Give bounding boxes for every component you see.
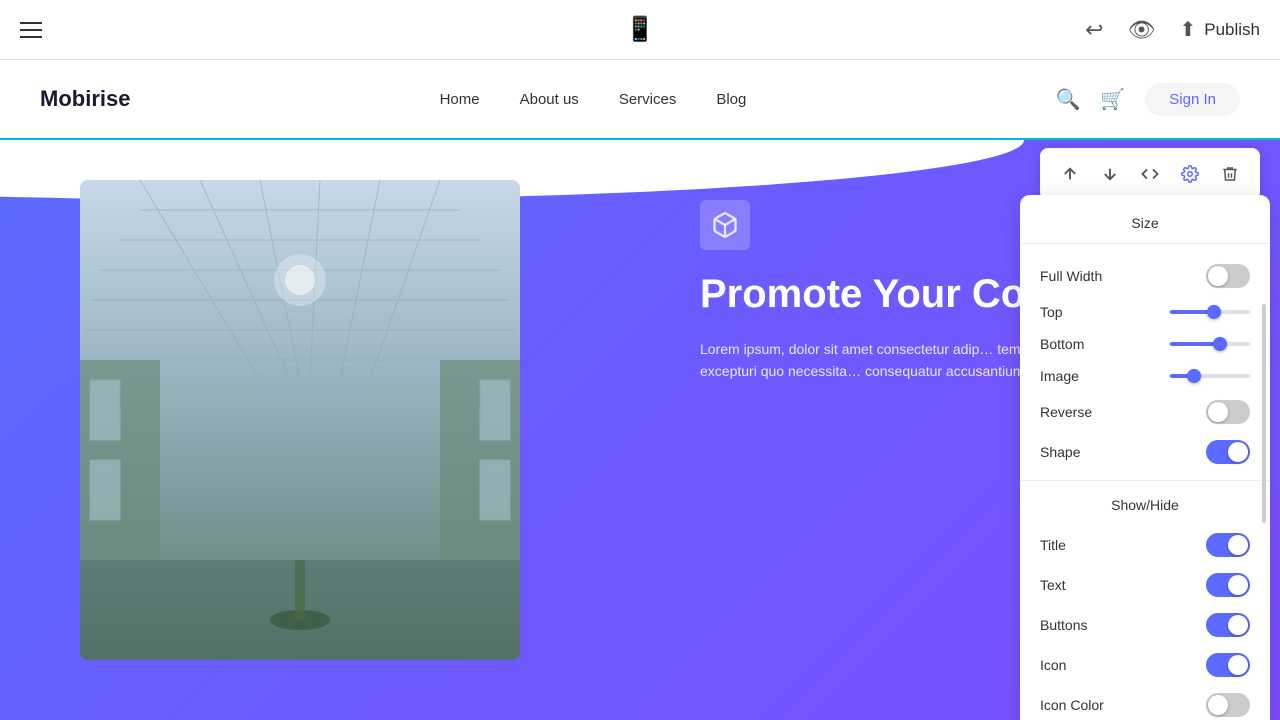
title-label: Title (1040, 537, 1066, 553)
nav-bar: Mobirise Home About us Services Blog 🔍 🛒… (0, 60, 1280, 140)
buttons-toggle[interactable] (1206, 613, 1250, 637)
show-hide-title: Show/Hide (1020, 493, 1270, 525)
full-width-label: Full Width (1040, 268, 1102, 284)
image-row: Image (1020, 360, 1270, 392)
icon-color-label: Icon Color (1040, 697, 1104, 713)
box-icon (711, 211, 739, 239)
title-row: Title (1020, 525, 1270, 565)
top-toolbar: 📱 ↩ 👁 ⬆ Publish (0, 0, 1280, 60)
reverse-toggle[interactable] (1206, 400, 1250, 424)
full-width-toggle[interactable] (1206, 264, 1250, 288)
move-down-button[interactable] (1092, 156, 1128, 192)
sign-in-button[interactable]: Sign In (1145, 83, 1240, 116)
box-icon-bg (700, 200, 750, 250)
reverse-label: Reverse (1040, 404, 1092, 420)
top-row: Top (1020, 296, 1270, 328)
top-label: Top (1040, 304, 1063, 320)
icon-label: Icon (1040, 657, 1066, 673)
code-button[interactable] (1132, 156, 1168, 192)
icon-color-toggle[interactable] (1206, 693, 1250, 717)
text-label: Text (1040, 577, 1066, 593)
panel-divider (1020, 480, 1270, 481)
nav-right: 🔍 🛒 Sign In (1055, 83, 1240, 116)
nav-about[interactable]: About us (520, 91, 579, 108)
nav-services[interactable]: Services (619, 91, 677, 108)
top-slider[interactable] (1170, 310, 1250, 314)
nav-logo: Mobirise (40, 86, 130, 112)
image-slider[interactable] (1170, 374, 1250, 378)
nav-blog[interactable]: Blog (716, 91, 746, 108)
text-toggle[interactable] (1206, 573, 1250, 597)
preview-icon[interactable]: 👁 (1128, 17, 1156, 43)
icon-toggle[interactable] (1206, 653, 1250, 677)
toolbar-right: ↩ 👁 ⬆ Publish (1085, 17, 1260, 43)
shape-label: Shape (1040, 444, 1080, 460)
hamburger-icon[interactable] (20, 22, 42, 38)
atrium-svg (80, 180, 520, 660)
section-controls (1040, 148, 1260, 200)
settings-panel: Size Full Width Top Bottom Image (1020, 195, 1270, 720)
move-up-button[interactable] (1052, 156, 1088, 192)
undo-icon[interactable]: ↩ (1085, 17, 1103, 43)
nav-links: Home About us Services Blog (440, 91, 747, 108)
hero-section: Promote Your Compa… Lorem ipsum, dolor s… (0, 140, 1280, 720)
bottom-row: Bottom (1020, 328, 1270, 360)
shape-row: Shape (1020, 432, 1270, 472)
nav-home[interactable]: Home (440, 91, 480, 108)
search-icon[interactable]: 🔍 (1055, 87, 1080, 112)
cart-icon[interactable]: 🛒 (1100, 87, 1125, 112)
icon-color-row: Icon Color (1020, 685, 1270, 720)
hero-image (80, 180, 520, 660)
image-label: Image (1040, 368, 1079, 384)
bottom-label: Bottom (1040, 336, 1084, 352)
atrium-image (80, 180, 520, 660)
icon-row: Icon (1020, 645, 1270, 685)
title-toggle[interactable] (1206, 533, 1250, 557)
settings-button[interactable] (1172, 156, 1208, 192)
publish-button[interactable]: ⬆ Publish (1179, 17, 1260, 42)
full-width-row: Full Width (1020, 256, 1270, 296)
buttons-row: Buttons (1020, 605, 1270, 645)
size-title: Size (1020, 211, 1270, 244)
shape-toggle[interactable] (1206, 440, 1250, 464)
toolbar-left (20, 22, 42, 38)
reverse-row: Reverse (1020, 392, 1270, 432)
text-row: Text (1020, 565, 1270, 605)
panel-scrollbar[interactable] (1262, 304, 1266, 522)
buttons-label: Buttons (1040, 617, 1087, 633)
upload-icon: ⬆ (1179, 17, 1196, 42)
phone-icon[interactable]: 📱 (625, 16, 655, 43)
delete-button[interactable] (1212, 156, 1248, 192)
publish-label: Publish (1204, 20, 1260, 40)
bottom-slider[interactable] (1170, 342, 1250, 346)
toolbar-center: 📱 (625, 15, 655, 44)
